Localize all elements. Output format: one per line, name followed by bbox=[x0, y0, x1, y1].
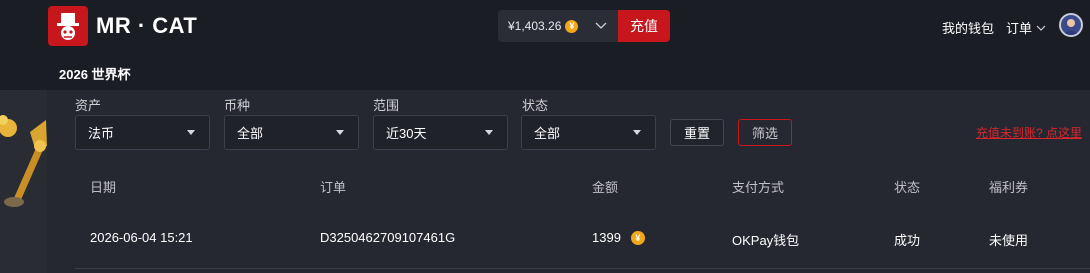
user-avatar[interactable] bbox=[1059, 13, 1083, 37]
order-status: 成功 bbox=[894, 233, 921, 248]
reset-button[interactable]: 重置 bbox=[670, 119, 724, 146]
column-header-date: 日期 bbox=[90, 180, 117, 195]
range-select-value: 近30天 bbox=[386, 126, 427, 141]
status-filter-label: 状态 bbox=[522, 98, 549, 113]
status-select-value: 全部 bbox=[534, 126, 561, 141]
currency-select[interactable]: 全部 bbox=[224, 115, 359, 150]
coin-icon: ¥ bbox=[630, 230, 645, 245]
order-id: D3250462709107461G bbox=[320, 230, 456, 245]
range-select[interactable]: 近30天 bbox=[373, 115, 508, 150]
top-header: MR · CAT 2026 世界杯 ¥1,403.26 ¥ 充值 我的钱包 订单 bbox=[0, 0, 1090, 90]
range-filter-label: 范围 bbox=[373, 98, 400, 113]
order-amount-cell: 1399 ¥ bbox=[592, 230, 645, 245]
coupon-status: 未使用 bbox=[989, 233, 1029, 248]
my-wallet-link[interactable]: 我的钱包 bbox=[942, 18, 994, 37]
row-divider bbox=[75, 268, 1090, 269]
caret-down-icon bbox=[336, 130, 344, 135]
caret-down-icon bbox=[633, 130, 641, 135]
topup-help-link[interactable]: 充值未到账? 点这里 bbox=[976, 124, 1082, 141]
currency-filter-label: 币种 bbox=[224, 98, 251, 113]
balance-amount: ¥1,403.26 bbox=[508, 19, 562, 33]
topup-button[interactable]: 充值 bbox=[618, 10, 670, 42]
column-header-order: 订单 bbox=[320, 180, 347, 195]
asset-select-value: 法币 bbox=[88, 126, 115, 141]
order-amount: 1399 bbox=[592, 230, 621, 245]
chevron-down-icon bbox=[595, 22, 607, 29]
orders-label: 订单 bbox=[1006, 21, 1033, 36]
asset-filter-label: 资产 bbox=[75, 98, 102, 113]
caret-down-icon bbox=[485, 130, 493, 135]
brand-name[interactable]: MR · CAT bbox=[96, 13, 197, 39]
currency-select-value: 全部 bbox=[237, 126, 264, 141]
asset-select[interactable]: 法币 bbox=[75, 115, 210, 150]
payment-method: OKPay钱包 bbox=[732, 233, 800, 248]
filter-button[interactable]: 筛选 bbox=[738, 119, 792, 146]
column-header-coupon: 福利券 bbox=[989, 180, 1029, 195]
coin-icon: ¥ bbox=[565, 19, 579, 33]
cat-hat-logo-icon[interactable] bbox=[48, 6, 88, 46]
orders-menu[interactable]: 订单 bbox=[1006, 18, 1046, 37]
world-cup-nav-item[interactable]: 2026 世界杯 bbox=[59, 64, 131, 83]
column-header-amount: 金额 bbox=[592, 180, 619, 195]
balance-dropdown[interactable]: ¥1,403.26 ¥ bbox=[498, 10, 618, 42]
trophy-decoration-image bbox=[0, 90, 47, 273]
order-date: 2026-06-04 15:21 bbox=[90, 230, 193, 245]
status-select[interactable]: 全部 bbox=[521, 115, 656, 150]
caret-down-icon bbox=[187, 130, 195, 135]
column-header-payment: 支付方式 bbox=[732, 180, 785, 195]
chevron-down-icon bbox=[1036, 25, 1046, 31]
column-header-status: 状态 bbox=[894, 180, 921, 195]
